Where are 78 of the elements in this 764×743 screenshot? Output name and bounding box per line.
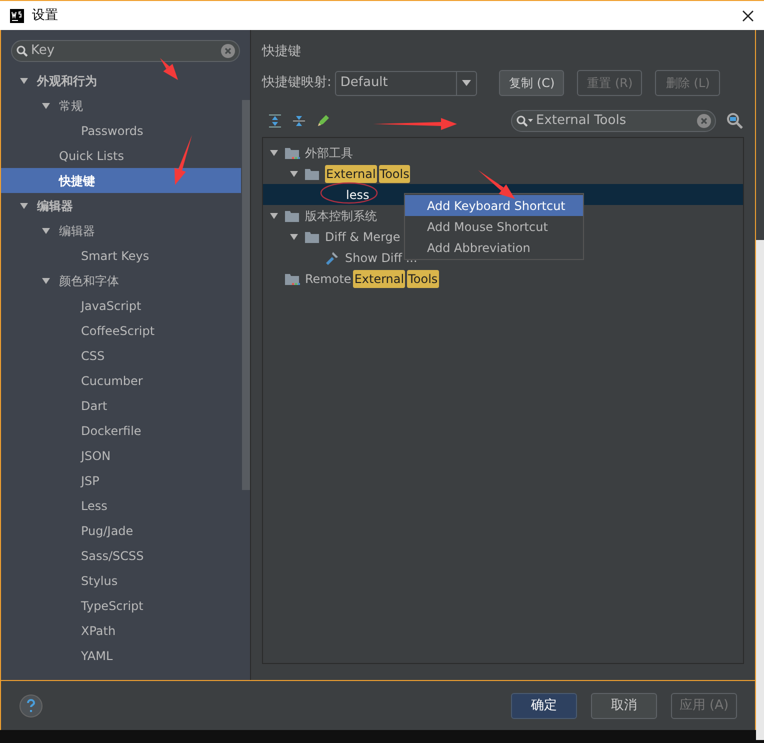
sidebar-item[interactable]: CoffeeScript [1, 318, 241, 343]
search-match-text[interactable]: Tools [378, 164, 410, 182]
search-input[interactable]: Key [31, 41, 218, 61]
dialog-button[interactable]: 确定 [511, 692, 577, 718]
sidebar-item[interactable]: Less [1, 493, 241, 518]
collapse-all-icon[interactable] [292, 114, 306, 128]
sidebar-item[interactable]: Dart [1, 393, 241, 418]
expand-triangle-icon[interactable] [41, 276, 51, 286]
sidebar-item[interactable]: 快捷键 [1, 168, 241, 193]
pencil-icon[interactable] [316, 114, 330, 128]
expand-triangle-icon[interactable] [269, 210, 279, 220]
keymap-action-button[interactable]: 复制 (C) [499, 70, 564, 96]
sidebar-item[interactable]: Stylus [1, 568, 241, 593]
folder-icon [284, 208, 300, 222]
filter-input[interactable]: External Tools [536, 111, 695, 131]
clear-icon[interactable] [221, 44, 235, 58]
folder-icon [304, 166, 320, 180]
sidebar-item[interactable]: Quick Lists [1, 143, 241, 168]
sidebar-item[interactable]: YAML [1, 643, 241, 668]
sidebar-item[interactable]: 编辑器 [1, 218, 241, 243]
expand-triangle-icon[interactable] [269, 148, 279, 158]
sidebar-item[interactable]: Cucumber [1, 368, 241, 393]
sidebar-item[interactable]: JSON [1, 443, 241, 468]
sidebar-item[interactable]: CSS [1, 343, 241, 368]
dialog-button[interactable]: 取消 [591, 692, 657, 718]
menu-item[interactable]: Add Keyboard Shortcut [405, 195, 583, 216]
menu-item[interactable]: Add Mouse Shortcut [405, 216, 583, 237]
find-shortcut-icon[interactable] [726, 112, 744, 130]
search-field[interactable]: Key [11, 40, 240, 62]
keymap-label: 快捷键映射: [262, 74, 332, 92]
clear-icon[interactable] [697, 114, 711, 128]
folder-icon [284, 146, 300, 160]
sidebar-item[interactable]: Passwords [1, 118, 241, 143]
close-icon[interactable] [742, 10, 754, 22]
folder-icon [304, 230, 320, 244]
sidebar-item[interactable]: TypeScript [1, 593, 241, 618]
sidebar-item[interactable]: 颜色和字体 [1, 268, 241, 293]
search-match-text[interactable]: External [353, 270, 406, 288]
expand-all-icon[interactable] [268, 114, 282, 128]
arrow-annotation [174, 135, 192, 185]
keymap-dropdown[interactable]: Default [335, 70, 478, 96]
app-logo-icon [10, 8, 24, 22]
sidebar-item[interactable]: JavaScript [1, 293, 241, 318]
sidebar-item[interactable]: XPath [1, 618, 241, 643]
window-title: 设置 [32, 6, 58, 25]
circle-annotation [320, 182, 378, 204]
arrow-annotation [478, 170, 515, 199]
tree-label[interactable]: less [346, 186, 370, 204]
arrow-annotation [160, 58, 178, 80]
search-icon [16, 45, 28, 57]
tree-label[interactable]: Remote [305, 270, 352, 288]
tree-label[interactable]: 版本控制系统 [305, 206, 377, 224]
sidebar-item[interactable]: Sass/SCSS [1, 543, 241, 568]
wrench-icon [324, 250, 340, 264]
expand-triangle-icon[interactable] [19, 200, 29, 210]
tree-label[interactable]: Diff & Merge [325, 228, 400, 246]
sidebar-item[interactable]: Dockerfile [1, 418, 241, 443]
expand-triangle-icon[interactable] [19, 76, 29, 86]
search-match-text[interactable]: External [325, 164, 377, 182]
expand-triangle-icon[interactable] [289, 232, 299, 242]
help-icon[interactable] [19, 694, 43, 718]
sidebar-item[interactable]: Pug/Jade [1, 518, 241, 543]
filter-field[interactable]: External Tools [511, 110, 716, 132]
sidebar-item[interactable]: 编辑器 [1, 193, 241, 218]
sidebar-item[interactable]: Smart Keys [1, 243, 241, 268]
expand-triangle-icon[interactable] [41, 226, 51, 236]
expand-triangle-icon[interactable] [289, 168, 299, 178]
sidebar-item[interactable]: 常规 [1, 93, 241, 118]
search-icon [516, 115, 534, 127]
dropdown-arrow-icon [462, 80, 472, 86]
search-match-text[interactable]: Tools [407, 270, 439, 288]
scrollbar-thumb[interactable] [242, 100, 250, 490]
expand-triangle-icon[interactable] [41, 100, 51, 110]
folder-icon [284, 272, 300, 286]
sidebar-item[interactable]: JSP [1, 468, 241, 493]
sidebar-item[interactable]: 外观和行为 [1, 68, 241, 93]
tree-label[interactable]: 外部工具 [305, 144, 353, 162]
panel-title: 快捷键 [262, 43, 302, 61]
